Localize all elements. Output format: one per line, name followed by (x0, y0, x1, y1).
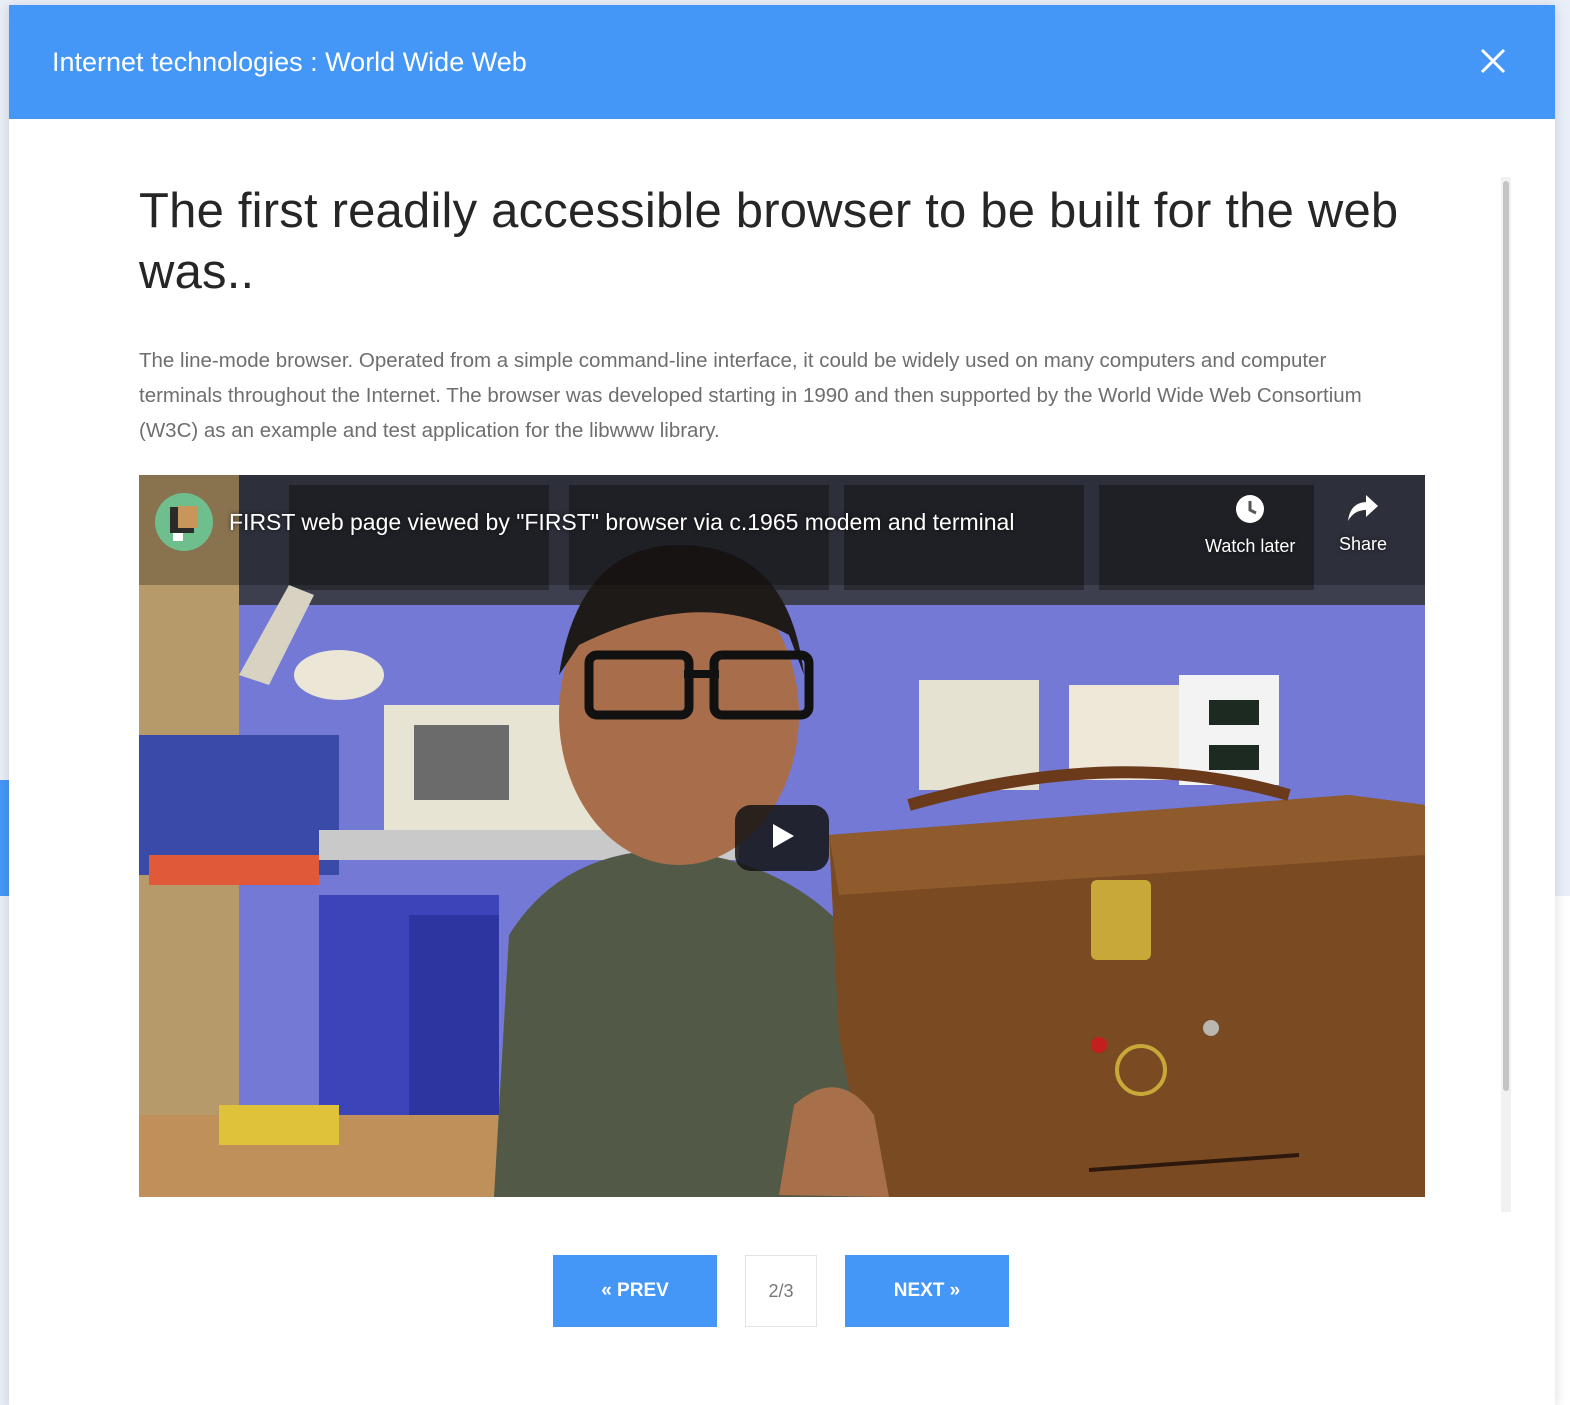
prev-button[interactable]: « PREV (553, 1255, 717, 1327)
page-indicator: 2/3 (745, 1255, 817, 1327)
video-title-row: FIRST web page viewed by "FIRST" browser… (155, 493, 1014, 551)
next-button[interactable]: NEXT » (845, 1255, 1009, 1327)
modal-header: Internet technologies : World Wide Web (9, 5, 1555, 119)
quiz-modal: Internet technologies : World Wide Web T… (9, 5, 1555, 1405)
channel-avatar[interactable] (155, 493, 213, 551)
video-player[interactable]: FIRST web page viewed by "FIRST" browser… (139, 475, 1425, 1197)
close-icon[interactable] (1480, 48, 1506, 74)
scrollbar-thumb[interactable] (1503, 181, 1509, 1091)
question-heading: The first readily accessible browser to … (139, 184, 1399, 299)
close-button[interactable] (1471, 39, 1515, 83)
clock-icon (1234, 493, 1266, 530)
modal-content: The first readily accessible browser to … (139, 119, 1439, 448)
content-scrollbar[interactable] (1501, 177, 1511, 1212)
share-label: Share (1339, 534, 1388, 554)
share-button[interactable]: Share (1339, 493, 1387, 555)
play-button[interactable] (735, 805, 829, 871)
video-title[interactable]: FIRST web page viewed by "FIRST" browser… (229, 509, 1014, 536)
play-icon[interactable] (767, 821, 797, 856)
modal-title: Internet technologies : World Wide Web (52, 46, 527, 77)
share-arrow-icon (1346, 493, 1380, 528)
answer-text: The line-mode browser. Operated from a s… (139, 349, 1362, 442)
pager: « PREV 2/3 NEXT » (553, 1255, 1009, 1327)
watch-later-button[interactable]: Watch later (1205, 493, 1295, 557)
watch-later-label: Watch later (1205, 536, 1296, 556)
